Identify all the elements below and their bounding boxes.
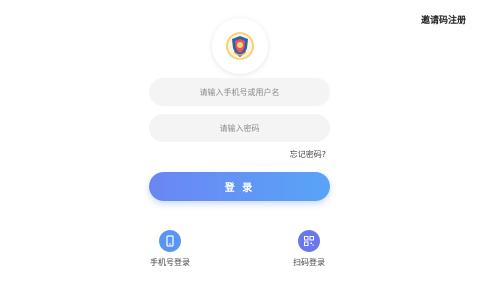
scan-login-label: 扫码登录 (293, 258, 325, 267)
scan-login-option[interactable]: 扫码登录 (279, 230, 339, 268)
forgot-password-link[interactable]: 忘记密码? (290, 149, 326, 160)
qr-code-icon (304, 236, 314, 246)
police-emblem-icon (226, 32, 254, 60)
login-button[interactable]: 登 录 (149, 172, 330, 201)
phone-login-label: 手机号登录 (150, 258, 190, 267)
username-input[interactable] (149, 78, 330, 106)
phone-login-icon-circle (159, 230, 181, 252)
phone-icon (166, 235, 174, 247)
phone-login-option[interactable]: 手机号登录 (140, 230, 200, 268)
scan-login-icon-circle (298, 230, 320, 252)
invite-code-register-link[interactable]: 邀请码注册 (421, 13, 466, 26)
app-logo (212, 18, 268, 74)
password-input[interactable] (149, 114, 330, 142)
